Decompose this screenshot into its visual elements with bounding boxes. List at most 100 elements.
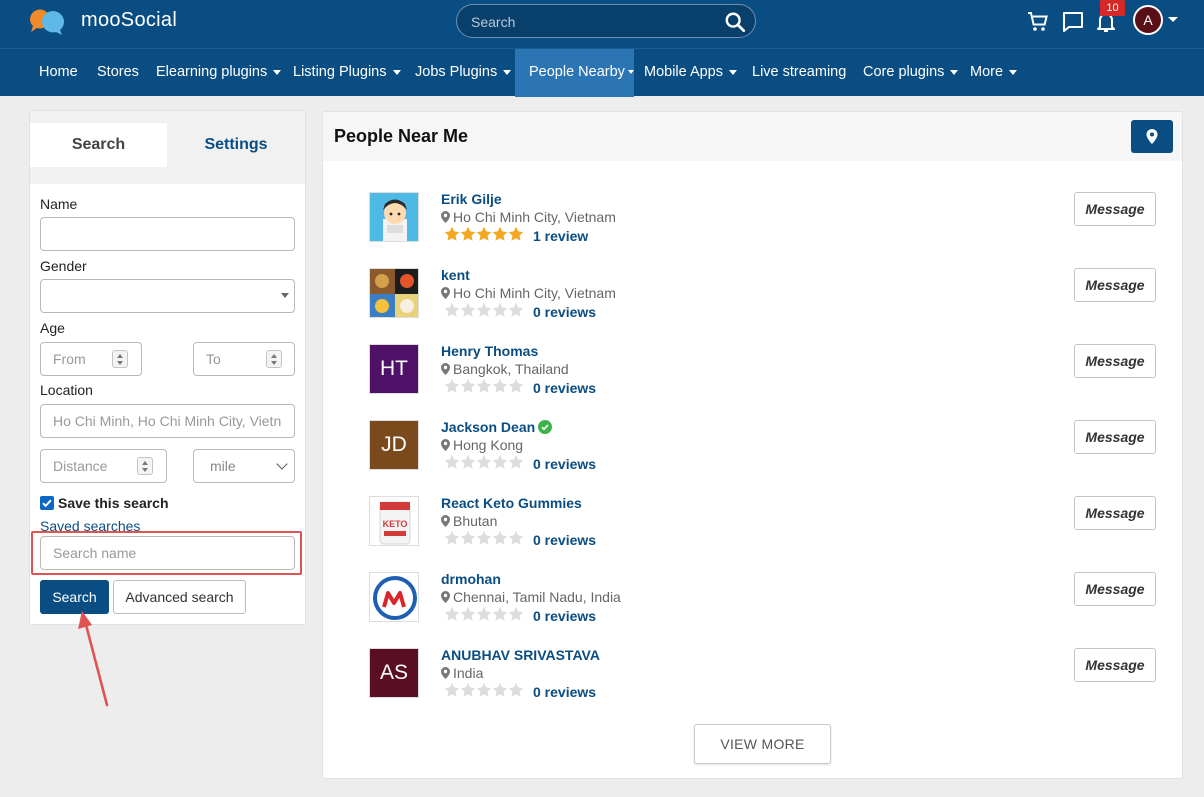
star-icon xyxy=(492,302,508,317)
nav-item-elearning-plugins[interactable]: Elearning plugins xyxy=(156,49,282,97)
message-button[interactable]: Message xyxy=(1074,344,1156,378)
avatar[interactable]: HT xyxy=(369,344,419,394)
star-icon xyxy=(492,530,508,545)
location-label: Location xyxy=(40,382,93,398)
view-more-button[interactable]: VIEW MORE xyxy=(694,724,831,764)
age-from-stepper[interactable] xyxy=(112,350,128,368)
nav-item-home[interactable]: Home xyxy=(39,49,78,97)
star-icon xyxy=(476,530,492,545)
global-search-input[interactable] xyxy=(471,12,711,32)
chevron-down-icon[interactable] xyxy=(1168,17,1178,22)
people-near-me-panel: People Near Me Erik Gilje Ho Chi Minh Cit… xyxy=(322,111,1183,779)
list-item: KETO React Keto Gummies Bhutan 0 reviews Mes… xyxy=(323,486,1182,562)
nav-item-people-nearby[interactable]: People Nearby xyxy=(515,49,634,97)
user-avatar[interactable]: A xyxy=(1133,5,1163,35)
review-count-link[interactable]: 0 reviews xyxy=(533,684,596,700)
main-nav: Home Stores Elearning plugins Listing Pl… xyxy=(0,48,1204,97)
location-input[interactable] xyxy=(41,405,294,437)
avatar[interactable] xyxy=(369,268,419,318)
tab-search[interactable]: Search xyxy=(30,123,167,167)
nav-item-live-streaming[interactable]: Live streaming xyxy=(752,49,846,97)
age-to-stepper[interactable] xyxy=(266,350,282,368)
map-marker-icon xyxy=(441,211,450,223)
avatar[interactable]: JD xyxy=(369,420,419,470)
review-count-link[interactable]: 0 reviews xyxy=(533,380,596,396)
cart-icon[interactable] xyxy=(1026,10,1050,34)
avatar[interactable] xyxy=(369,572,419,622)
age-label: Age xyxy=(40,320,65,336)
chat-icon[interactable] xyxy=(1061,10,1085,34)
message-button[interactable]: Message xyxy=(1074,268,1156,302)
chevron-down-icon xyxy=(950,69,959,75)
star-icon xyxy=(492,378,508,393)
person-location: Bhutan xyxy=(441,513,497,529)
star-icon xyxy=(508,302,524,317)
chevron-down-icon xyxy=(392,69,401,75)
person-location: Ho Chi Minh City, Vietnam xyxy=(441,209,616,225)
review-count-link[interactable]: 0 reviews xyxy=(533,532,596,548)
nav-item-listing-plugins[interactable]: Listing Plugins xyxy=(293,49,401,97)
age-to-field xyxy=(193,342,295,376)
message-button[interactable]: Message xyxy=(1074,648,1156,682)
distance-unit-select[interactable]: mile xyxy=(193,449,295,483)
map-marker-icon xyxy=(441,591,450,603)
star-icon xyxy=(492,454,508,469)
star-icon xyxy=(444,606,460,621)
person-name[interactable]: Henry Thomas xyxy=(441,343,538,359)
person-name[interactable]: Jackson Dean xyxy=(441,419,553,435)
star-icon xyxy=(444,378,460,393)
save-search-checkbox[interactable] xyxy=(40,496,54,510)
person-name[interactable]: React Keto Gummies xyxy=(441,495,582,511)
map-marker-icon xyxy=(441,363,450,375)
star-icon xyxy=(476,378,492,393)
avatar[interactable]: KETO xyxy=(369,496,419,546)
nav-item-more[interactable]: More xyxy=(970,49,1018,97)
name-field xyxy=(40,217,295,251)
locate-me-button[interactable] xyxy=(1131,120,1173,153)
distance-stepper[interactable] xyxy=(137,457,153,475)
person-location: Bangkok, Thailand xyxy=(441,361,569,377)
panel-header: People Near Me xyxy=(323,112,1182,161)
distance-unit-value: mile xyxy=(210,458,236,474)
nav-item-jobs-plugins[interactable]: Jobs Plugins xyxy=(415,49,512,97)
message-button[interactable]: Message xyxy=(1074,192,1156,226)
gender-select[interactable] xyxy=(40,279,295,313)
avatar[interactable]: AS xyxy=(369,648,419,698)
nav-item-stores[interactable]: Stores xyxy=(97,49,139,97)
app-name[interactable]: mooSocial xyxy=(81,9,177,32)
chevron-down-icon xyxy=(503,69,512,75)
person-name[interactable]: ANUBHAV SRIVASTAVA xyxy=(441,647,600,663)
nav-item-mobile-apps[interactable]: Mobile Apps xyxy=(644,49,737,97)
person-name[interactable]: drmohan xyxy=(441,571,501,587)
person-location: Ho Chi Minh City, Vietnam xyxy=(441,285,616,301)
nav-item-core-plugins[interactable]: Core plugins xyxy=(863,49,959,97)
check-icon xyxy=(42,499,52,508)
name-input[interactable] xyxy=(41,218,294,250)
gender-label: Gender xyxy=(40,258,87,274)
map-marker-icon xyxy=(1146,129,1158,144)
person-name[interactable]: Erik Gilje xyxy=(441,191,502,207)
avatar[interactable] xyxy=(369,192,419,242)
review-count-link[interactable]: 0 reviews xyxy=(533,304,596,320)
star-icon xyxy=(460,302,476,317)
tab-settings[interactable]: Settings xyxy=(167,123,305,167)
annotation-arrow-icon xyxy=(78,611,109,707)
star-icon xyxy=(492,606,508,621)
person-name[interactable]: kent xyxy=(441,267,470,283)
message-button[interactable]: Message xyxy=(1074,420,1156,454)
message-button[interactable]: Message xyxy=(1074,496,1156,530)
distance-field xyxy=(40,449,167,483)
advanced-search-button[interactable]: Advanced search xyxy=(113,580,246,614)
review-count-link[interactable]: 0 reviews xyxy=(533,456,596,472)
search-icon[interactable] xyxy=(724,11,746,33)
global-search xyxy=(456,4,756,38)
message-button[interactable]: Message xyxy=(1074,572,1156,606)
star-icon xyxy=(460,530,476,545)
moosocial-logo-icon[interactable] xyxy=(28,8,66,36)
review-count-link[interactable]: 1 review xyxy=(533,228,588,244)
notification-badge: 10 xyxy=(1100,0,1125,16)
star-icon xyxy=(460,378,476,393)
review-count-link[interactable]: 0 reviews xyxy=(533,608,596,624)
save-search-label[interactable]: Save this search xyxy=(58,495,169,511)
name-label: Name xyxy=(40,196,78,212)
